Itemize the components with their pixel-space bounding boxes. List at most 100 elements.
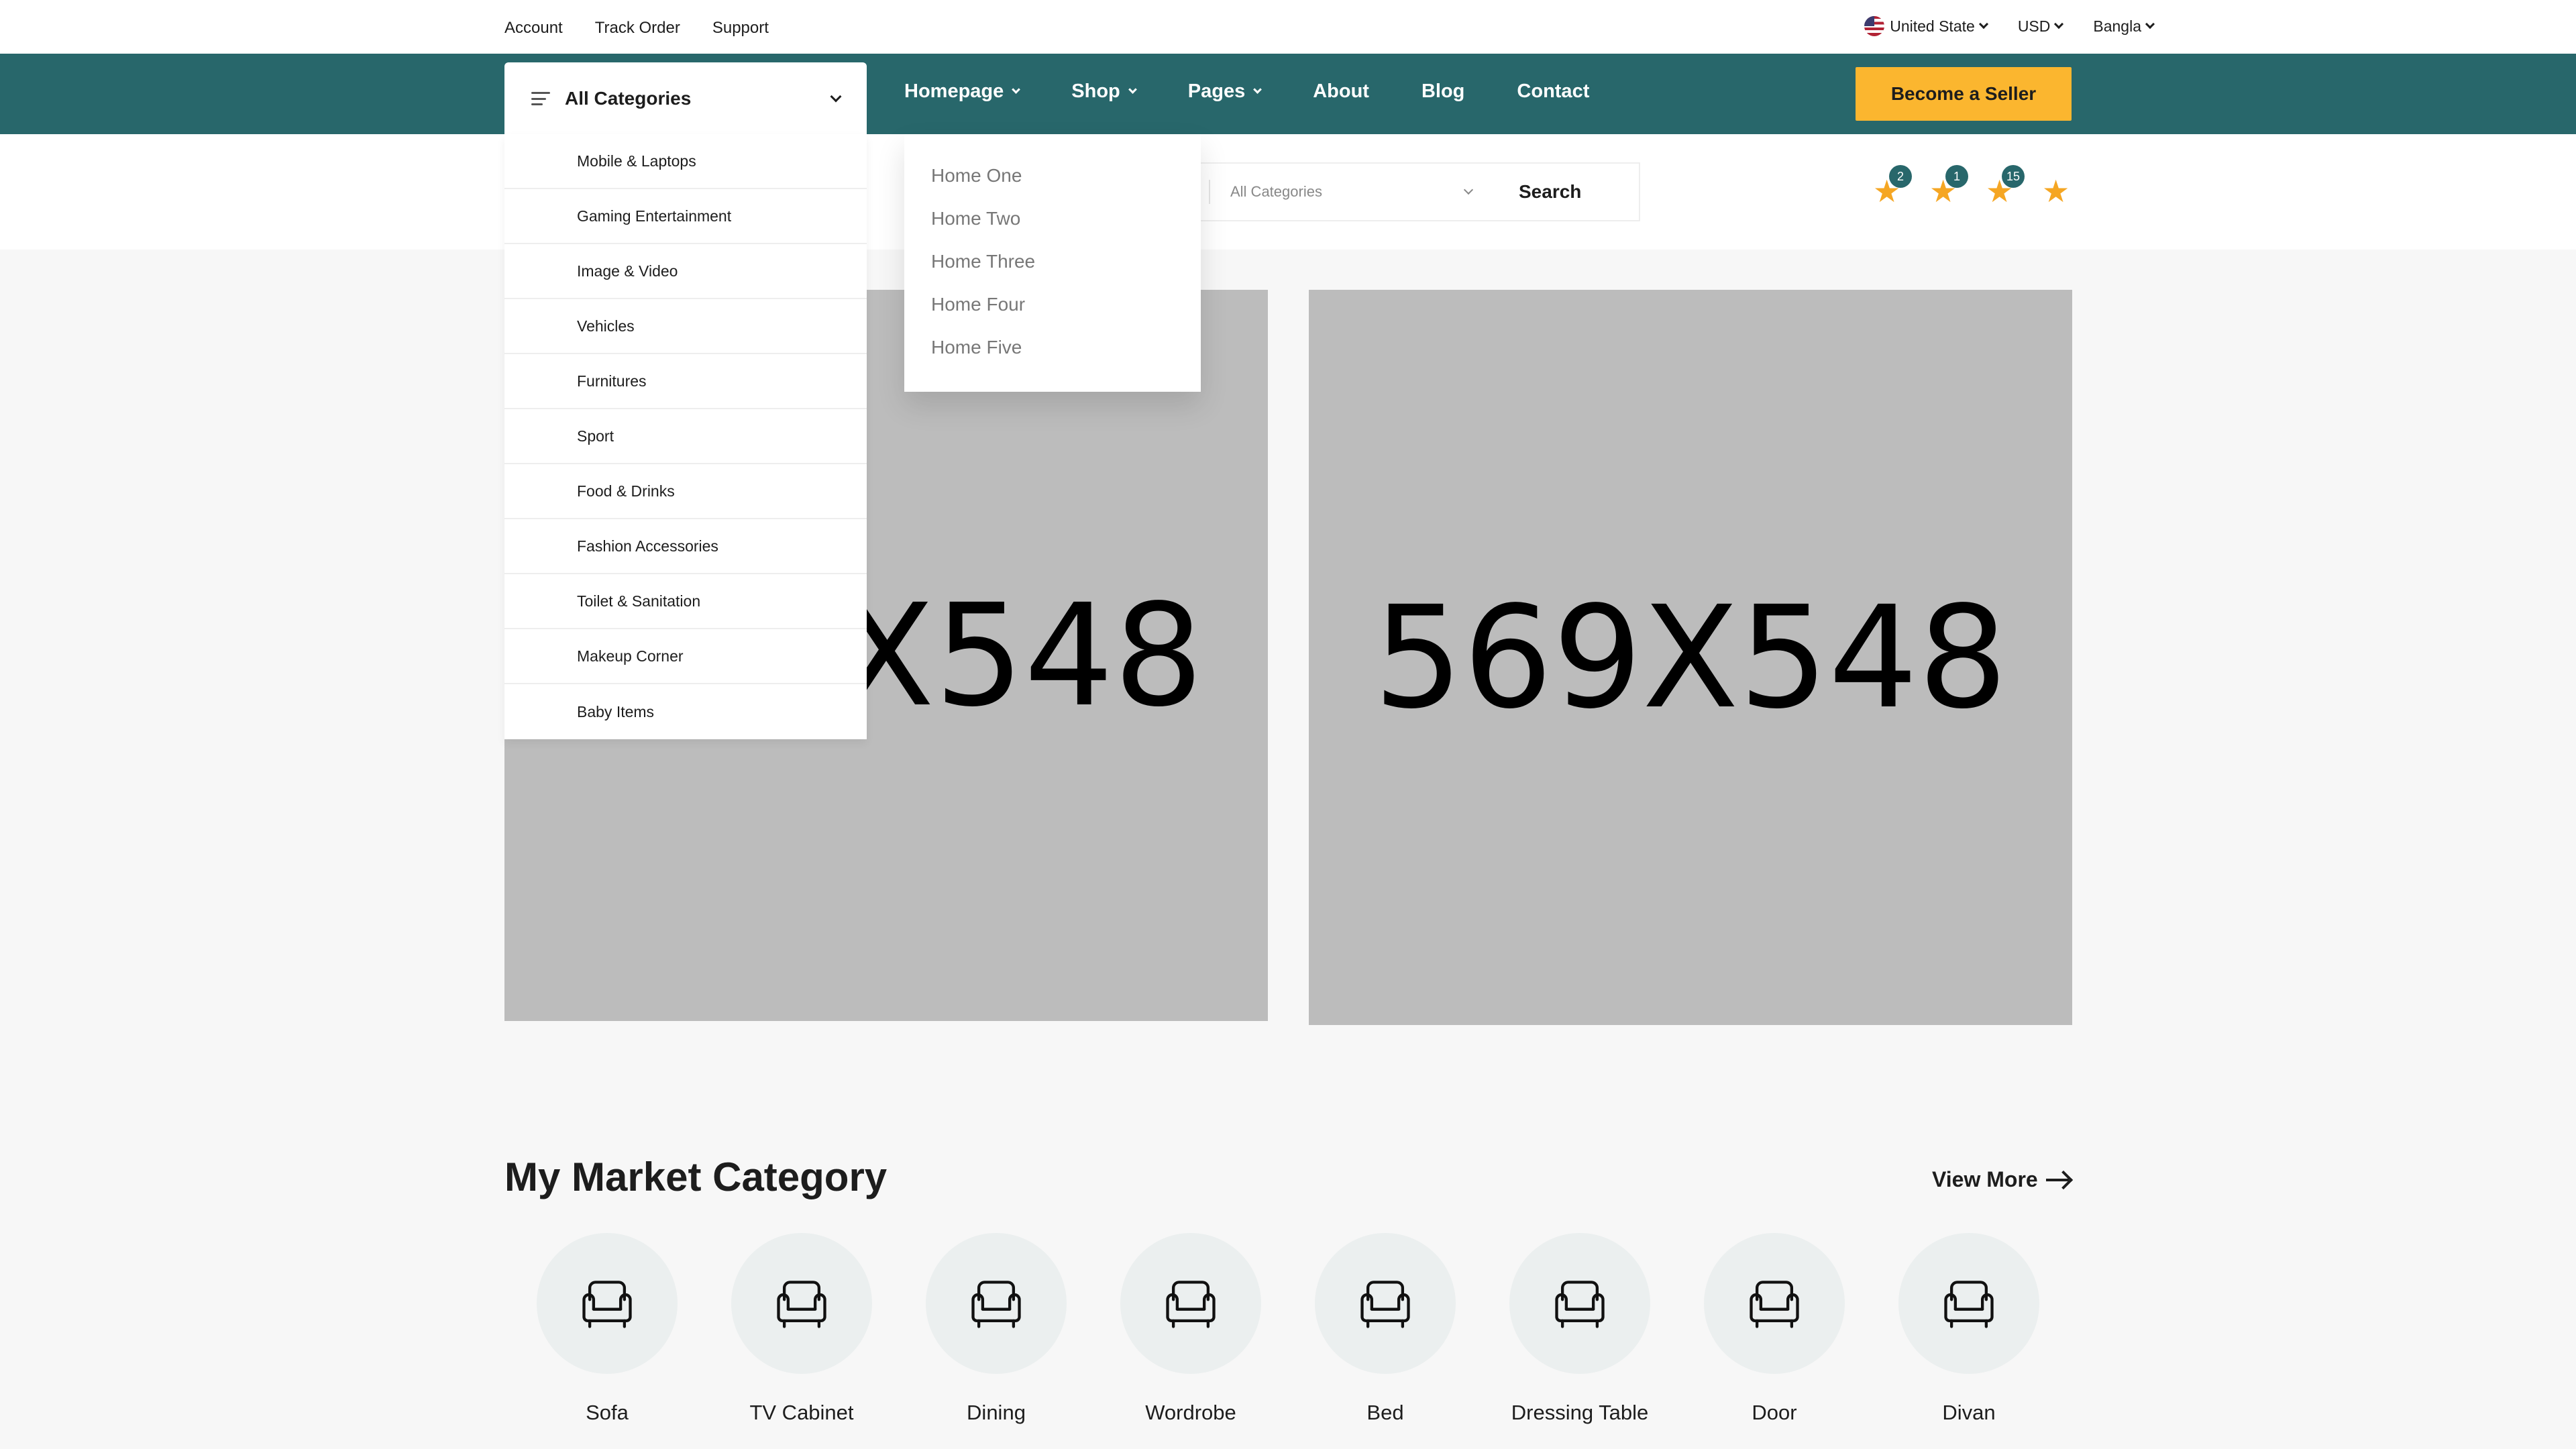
category-menu-item[interactable]: Image & Video (504, 244, 867, 299)
chevron-down-icon (1253, 85, 1263, 94)
nav-item-pages[interactable]: Pages (1187, 80, 1263, 103)
category-grid: Sofa TV Cabinet Dining Wordrobe Bed Dres… (537, 1233, 2039, 1425)
category-menu-item[interactable]: Gaming Entertainment (504, 189, 867, 244)
nav-item-label: About (1313, 80, 1369, 102)
banner-placeholder-text: 569X548 (1373, 575, 2008, 740)
category-label: Bed (1366, 1401, 1404, 1424)
us-flag-icon (1864, 16, 1885, 36)
language-selector[interactable]: Bangla (2093, 17, 2155, 36)
nav-item-label: Contact (1517, 80, 1590, 102)
view-more-label: View More (1932, 1167, 2038, 1191)
category-menu-item[interactable]: Vehicles (504, 299, 867, 354)
category-menu-item[interactable]: Mobile & Laptops (504, 134, 867, 189)
section-title: My Market Category (504, 1155, 888, 1199)
category-label: Door (1752, 1401, 1797, 1424)
category-card[interactable]: TV Cabinet (731, 1233, 872, 1425)
armchair-icon (1360, 1281, 1410, 1328)
search-button[interactable]: Search (1519, 181, 1581, 203)
category-menu-item[interactable]: Fashion Accessories (504, 519, 867, 574)
all-categories-button[interactable]: All Categories (504, 62, 867, 135)
nav-item-label: Shop (1071, 80, 1120, 102)
category-card[interactable]: Bed (1315, 1233, 1456, 1425)
category-menu-item[interactable]: Baby Items (504, 684, 867, 739)
dropdown-item[interactable]: Home Three (904, 251, 1201, 294)
banner-right[interactable]: 569X548 (1309, 290, 2072, 1025)
menu-icon (531, 92, 550, 105)
currency-label: USD (2017, 17, 2051, 35)
nav-item-label: Pages (1187, 80, 1246, 102)
country-label: United State (1890, 17, 1975, 35)
support-link[interactable]: Support (712, 19, 769, 38)
top-links: Account Track Order Support (504, 19, 769, 38)
nav-item-blog[interactable]: Blog (1421, 80, 1464, 103)
category-menu-item[interactable]: Food & Drinks (504, 464, 867, 519)
star-icon: ★ (2042, 174, 2070, 209)
count-badge: 1 (1945, 165, 1968, 188)
nav-item-shop[interactable]: Shop (1071, 80, 1137, 103)
category-icon-circle (731, 1233, 872, 1374)
nav-menu: Homepage Shop Pages About Blog Contact (904, 80, 1589, 103)
search-bar: All Categories Search (1181, 162, 1640, 221)
all-categories-label: All Categories (565, 88, 692, 109)
category-label: TV Cabinet (749, 1401, 854, 1424)
categories-menu: Mobile & Laptops Gaming Entertainment Im… (504, 134, 867, 739)
account-button[interactable]: ★ (2042, 176, 2073, 207)
category-card[interactable]: Wordrobe (1120, 1233, 1261, 1425)
nav-item-contact[interactable]: Contact (1517, 80, 1589, 103)
category-menu-item[interactable]: Makeup Corner (504, 629, 867, 684)
top-bar: Account Track Order Support United State… (0, 0, 2576, 54)
category-icon-circle (537, 1233, 678, 1374)
category-menu-item[interactable]: Sport (504, 409, 867, 464)
chevron-down-icon (1128, 85, 1137, 94)
category-card[interactable]: Divan (1898, 1233, 2039, 1425)
armchair-icon (971, 1281, 1021, 1328)
chevron-down-icon (2054, 19, 2064, 30)
category-card[interactable]: Sofa (537, 1233, 678, 1425)
category-label: Sofa (586, 1401, 629, 1424)
dropdown-item[interactable]: Home Four (904, 294, 1201, 337)
dropdown-item[interactable]: Home Two (904, 208, 1201, 251)
locale-selectors: United State USD Bangla (1864, 16, 2155, 36)
search-category-select[interactable]: All Categories (1230, 183, 1474, 201)
become-seller-button[interactable]: Become a Seller (1856, 67, 2072, 121)
count-badge: 2 (1889, 165, 1912, 188)
category-icon-circle (1120, 1233, 1261, 1374)
account-link[interactable]: Account (504, 19, 563, 38)
category-icon-circle (1315, 1233, 1456, 1374)
dropdown-item[interactable]: Home Five (904, 337, 1201, 380)
chevron-down-icon (2145, 19, 2155, 30)
country-selector[interactable]: United State (1864, 16, 1988, 36)
wishlist-button[interactable]: ★ 1 (1929, 165, 1968, 207)
category-card[interactable]: Dining (926, 1233, 1067, 1425)
category-icon-circle (1509, 1233, 1650, 1374)
chevron-down-icon (830, 91, 842, 103)
nav-item-about[interactable]: About (1313, 80, 1369, 103)
category-card[interactable]: Door (1704, 1233, 1845, 1425)
armchair-icon (582, 1281, 632, 1328)
chevron-down-icon (1463, 184, 1474, 195)
category-icon-circle (1704, 1233, 1845, 1374)
category-card[interactable]: Dressing Table (1509, 1233, 1650, 1425)
armchair-icon (1166, 1281, 1216, 1328)
category-label: Dining (967, 1401, 1026, 1424)
cart-button[interactable]: ★ 15 (1986, 165, 2025, 207)
category-menu-item[interactable]: Furnitures (504, 354, 867, 409)
track-order-link[interactable]: Track Order (595, 19, 680, 38)
chevron-down-icon (1978, 19, 1988, 30)
category-label: Wordrobe (1145, 1401, 1236, 1424)
language-label: Bangla (2093, 17, 2141, 35)
nav-item-homepage[interactable]: Homepage (904, 80, 1021, 103)
dropdown-item[interactable]: Home One (904, 165, 1201, 208)
nav-item-label: Blog (1421, 80, 1465, 102)
armchair-icon (1750, 1281, 1799, 1328)
arrow-right-icon (2045, 1178, 2069, 1181)
view-more-link[interactable]: View More (1932, 1167, 2069, 1192)
count-badge: 15 (2002, 165, 2025, 188)
compare-button[interactable]: ★ 2 (1873, 165, 1912, 207)
currency-selector[interactable]: USD (2017, 17, 2064, 36)
chevron-down-icon (1012, 85, 1021, 94)
armchair-icon (1944, 1281, 1994, 1328)
category-menu-item[interactable]: Toilet & Sanitation (504, 574, 867, 629)
armchair-icon (1555, 1281, 1605, 1328)
header-icons: ★ 2 ★ 1 ★ 15 ★ (1873, 165, 2073, 207)
